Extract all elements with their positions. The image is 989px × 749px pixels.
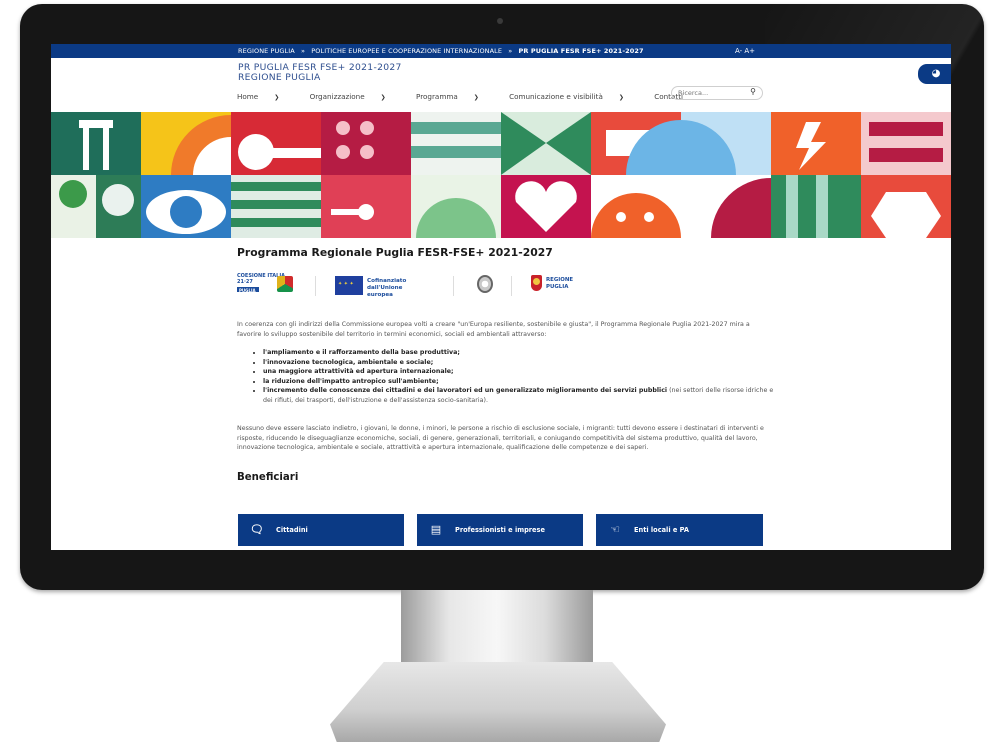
site-title-line2: REGIONE PUGLIA <box>238 72 321 83</box>
nav-item-comunicazione[interactable]: Comunicazione e visibilità ❯ <box>509 92 638 101</box>
breadcrumb-current: PR PUGLIA FESR FSE+ 2021-2027 <box>518 47 644 55</box>
breadcrumb-regione[interactable]: REGIONE PUGLIA <box>238 47 295 55</box>
objective-text: l'ampliamento e il rafforzamento della b… <box>263 349 460 356</box>
logo-divider <box>315 276 316 296</box>
nav-label: Home <box>237 92 259 101</box>
user-access-button[interactable]: ◕ <box>918 64 951 84</box>
beneficiari-card-imprese[interactable]: ▤ Professionisti e imprese <box>417 514 583 546</box>
site-title[interactable]: PR PUGLIA FESR FSE+ 2021-2027 REGIONE PU… <box>238 63 402 83</box>
regione-shield-icon <box>531 275 542 291</box>
hero-banner <box>51 112 951 238</box>
card-label: Cittadini <box>276 526 308 534</box>
breadcrumb-politiche[interactable]: POLITICHE EUROPEE E COOPERAZIONE INTERNA… <box>311 47 502 55</box>
card-label: Enti locali e PA <box>634 526 689 534</box>
eu-flag-icon <box>335 276 363 295</box>
list-item: l'incremento delle conoscenze dei cittad… <box>263 386 783 405</box>
beneficiari-title: Beneficiari <box>237 472 299 483</box>
card-label: Professionisti e imprese <box>455 526 545 534</box>
regione-puglia-logo: REGIONE PUGLIA <box>531 274 587 298</box>
nav-item-programma[interactable]: Programma ❯ <box>416 92 493 101</box>
briefcase-icon: ▤ <box>430 523 442 536</box>
beneficiari-card-enti[interactable]: ☜ Enti locali e PA <box>596 514 763 546</box>
main-nav: Home ❯ Organizzazione ❯ Programma ❯ Comunic… <box>237 92 711 104</box>
intro-paragraph: In coerenza con gli indirizzi della Comm… <box>237 321 750 338</box>
chevron-down-icon: ❯ <box>380 94 386 101</box>
objectives-list: l'ampliamento e il rafforzamento della b… <box>251 348 783 406</box>
monitor-stand-neck <box>401 590 593 670</box>
eu-logo-text: Cofinanziato dall'Unione europea <box>367 278 407 298</box>
list-item: la riduzione dell'impatto antropico sull… <box>263 377 783 387</box>
chat-bubbles-icon: 🗨 <box>250 523 264 536</box>
regione-logo-text: REGIONE PUGLIA <box>546 277 574 290</box>
beneficiari-card-cittadini[interactable]: 🗨 Cittadini <box>238 514 404 546</box>
coesione-italia-logo: COESIONE ITALIA 21·27 PUGLIA <box>237 273 297 298</box>
nav-label: Programma <box>416 92 458 101</box>
geometric-pattern-banner <box>51 112 951 238</box>
monitor-stand-base <box>330 662 666 742</box>
objective-text: una maggiore attrattività ed apertura in… <box>263 368 454 376</box>
coesione-logo-sub: PUGLIA <box>239 287 256 293</box>
webcam <box>497 18 503 24</box>
italian-republic-emblem <box>475 274 495 298</box>
objective-text: l'incremento delle conoscenze dei cittad… <box>263 387 668 395</box>
logo-divider <box>511 276 512 296</box>
nav-item-organizzazione[interactable]: Organizzazione ❯ <box>310 92 400 101</box>
chevron-down-icon: ❯ <box>473 94 479 101</box>
list-item: l'innovazione tecnologica, ambientale e … <box>263 358 783 368</box>
font-size-controls[interactable]: A- A+ <box>735 47 755 55</box>
list-item: l'ampliamento e il rafforzamento della b… <box>263 348 783 358</box>
handshake-icon: ☜ <box>610 523 620 536</box>
breadcrumb-separator: » <box>508 47 513 55</box>
search-icon[interactable]: ⚲ <box>750 87 756 96</box>
partner-logos: COESIONE ITALIA 21·27 PUGLIA Cofinanziat… <box>237 273 757 298</box>
coesione-logo-mark <box>277 276 293 292</box>
search-input[interactable] <box>678 88 738 98</box>
page-title: Programma Regionale Puglia FESR-FSE+ 202… <box>237 246 553 259</box>
nav-label: Organizzazione <box>309 92 365 101</box>
browser-screen: REGIONE PUGLIA » POLITICHE EUROPEE E COO… <box>51 44 951 550</box>
logo-divider <box>453 276 454 296</box>
nav-label: Comunicazione e visibilità <box>509 92 603 101</box>
objective-text: l'innovazione tecnologica, ambientale e … <box>263 358 434 366</box>
emblem-icon <box>477 275 493 293</box>
breadcrumb-separator: » <box>301 47 306 55</box>
breadcrumb: REGIONE PUGLIA » POLITICHE EUROPEE E COO… <box>238 47 644 55</box>
chevron-down-icon: ❯ <box>618 94 624 101</box>
list-item: una maggiore attrattività ed apertura in… <box>263 367 783 377</box>
nav-item-home[interactable]: Home ❯ <box>237 92 293 101</box>
user-badge-icon: ◕ <box>931 68 941 79</box>
search-box[interactable]: ⚲ <box>671 86 763 100</box>
closing-paragraph: Nessuno deve essere lasciato indietro, i… <box>237 425 764 452</box>
chevron-down-icon: ❯ <box>274 94 280 101</box>
objective-text: la riduzione dell'impatto antropico sull… <box>263 377 439 385</box>
top-breadcrumb-bar: REGIONE PUGLIA » POLITICHE EUROPEE E COO… <box>51 44 951 58</box>
eu-cofinanced-logo: Cofinanziato dall'Unione europea <box>335 274 437 298</box>
